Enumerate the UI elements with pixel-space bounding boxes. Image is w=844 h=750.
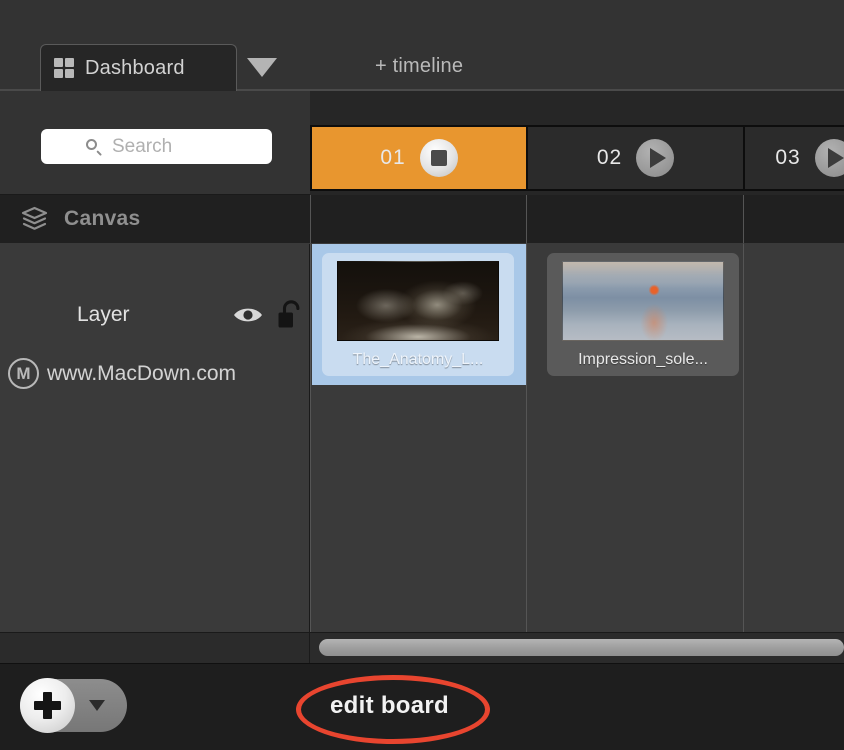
layer-name: Layer [77,302,130,326]
artwork-the-anatomy-lesson [337,261,499,341]
add-dropdown-caret-icon[interactable] [89,700,105,711]
play-icon[interactable] [636,139,675,177]
timeline-body: The_Anatomy_L... Impression_sole... [310,195,844,632]
scrollbar-thumb[interactable] [319,639,844,656]
artwork-impression-sunrise [562,261,724,341]
search-input[interactable]: Search [41,129,272,164]
timeline-column-header-02[interactable]: 02 [526,125,743,191]
timeline-cell-01[interactable]: The_Anatomy_L... [312,244,526,385]
layers-icon [21,206,48,230]
chevron-down-icon[interactable] [247,58,277,77]
thumbnail-caption: The_Anatomy_L... [352,351,484,368]
grid-icon [54,58,74,78]
canvas-label: Canvas [64,207,141,230]
tab-dashboard-label: Dashboard [85,56,185,79]
play-icon[interactable] [814,139,844,177]
column-number-01: 01 [380,146,406,169]
tab-dashboard[interactable]: Dashboard [40,44,237,91]
eye-icon[interactable] [232,305,264,325]
sidebar-search-zone: Search [0,91,310,195]
timeline-column-header-01[interactable]: 01 [310,125,526,191]
canvas-header[interactable]: Canvas [0,195,310,243]
layer-panel: Layer [0,244,310,632]
column-number-03: 03 [775,146,801,169]
search-icon [85,138,103,156]
edit-board-button[interactable]: edit board [330,692,449,720]
canvas-cell-03[interactable] [743,195,844,244]
timeline-column-header-03[interactable]: 03 [743,125,844,191]
thumbnail-caption: Impression_sole... [578,351,708,368]
thumbnail-card-anatomy[interactable]: The_Anatomy_L... [322,253,514,376]
thumbnail-card-impression[interactable]: Impression_sole... [547,253,739,376]
canvas-cell-01[interactable] [310,195,526,244]
tab-bar: Dashboard + timeline [0,0,844,91]
unlock-icon[interactable] [277,300,303,330]
search-placeholder: Search [112,135,173,157]
canvas-cell-02[interactable] [526,195,743,244]
column-number-02: 02 [596,146,623,169]
app-window: Dashboard + timeline Search Canvas Layer [0,0,844,750]
timeline-cell-02[interactable]: Impression_sole... [526,244,743,385]
stop-icon[interactable] [419,139,458,177]
timeline-cell-03[interactable] [743,244,844,385]
horizontal-scrollbar[interactable] [310,632,844,663]
add-timeline-button[interactable]: + timeline [375,55,463,78]
sidebar-bottom-filler [0,632,310,663]
add-button[interactable] [20,678,75,733]
plus-icon [34,692,61,719]
timeline-grid: 01 02 03 The_Anatomy_L... Impression_sol… [310,91,844,632]
